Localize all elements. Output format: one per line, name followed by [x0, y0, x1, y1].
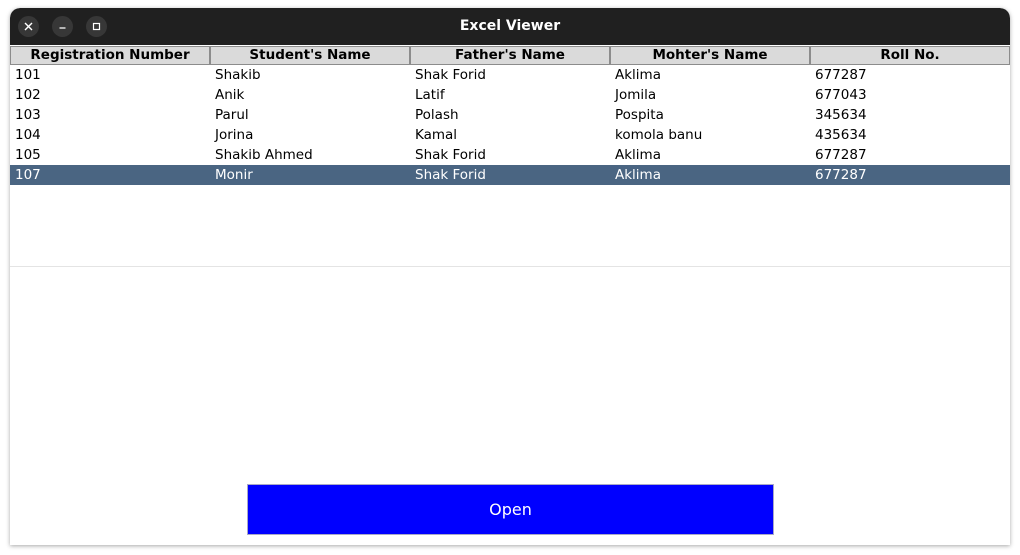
cell-roll-no[interactable]: 435634	[815, 125, 867, 145]
column-header-roll-no[interactable]: Roll No.	[810, 46, 1010, 65]
cell-registration-number[interactable]: 102	[15, 85, 41, 105]
cell-student-name[interactable]: Anik	[215, 85, 244, 105]
cell-mother-name[interactable]: Jomila	[615, 85, 656, 105]
cell-registration-number[interactable]: 103	[15, 105, 41, 125]
cell-father-name[interactable]: Shak Forid	[415, 165, 486, 185]
column-header-father-name[interactable]: Father's Name	[410, 46, 610, 65]
cell-student-name[interactable]: Monir	[215, 165, 253, 185]
table-header: Registration Number Student's Name Fathe…	[10, 46, 1010, 65]
cell-roll-no[interactable]: 677287	[815, 165, 867, 185]
cell-mother-name[interactable]: Pospita	[615, 105, 664, 125]
cell-father-name[interactable]: Shak Forid	[415, 145, 486, 165]
cell-registration-number[interactable]: 104	[15, 125, 41, 145]
cell-mother-name[interactable]: Aklima	[615, 65, 661, 85]
cell-roll-no[interactable]: 345634	[815, 105, 867, 125]
cell-registration-number[interactable]: 107	[15, 165, 41, 185]
table-row[interactable]: 102 Anik Latif Jomila 677043	[10, 85, 1010, 105]
table-row[interactable]: 105 Shakib Ahmed Shak Forid Aklima 67728…	[10, 145, 1010, 165]
cell-father-name[interactable]: Latif	[415, 85, 445, 105]
table-row[interactable]: 101 Shakib Shak Forid Aklima 677287	[10, 65, 1010, 85]
table-row[interactable]: 104 Jorina Kamal komola banu 435634	[10, 125, 1010, 145]
data-table[interactable]: Registration Number Student's Name Fathe…	[10, 45, 1010, 267]
title-bar[interactable]: Excel Viewer	[10, 8, 1010, 45]
cell-father-name[interactable]: Kamal	[415, 125, 457, 145]
cell-roll-no[interactable]: 677043	[815, 85, 867, 105]
cell-student-name[interactable]: Shakib	[215, 65, 261, 85]
cell-registration-number[interactable]: 105	[15, 145, 41, 165]
cell-father-name[interactable]: Shak Forid	[415, 65, 486, 85]
cell-registration-number[interactable]: 101	[15, 65, 41, 85]
cell-mother-name[interactable]: Aklima	[615, 145, 661, 165]
cell-roll-no[interactable]: 677287	[815, 65, 867, 85]
cell-student-name[interactable]: Shakib Ahmed	[215, 145, 313, 165]
window-title: Excel Viewer	[459, 18, 561, 34]
cell-roll-no[interactable]: 677287	[815, 145, 867, 165]
column-header-student-name[interactable]: Student's Name	[210, 46, 410, 65]
cell-father-name[interactable]: Polash	[415, 105, 459, 125]
column-header-mother-name[interactable]: Mohter's Name	[610, 46, 810, 65]
app-window: Excel Viewer Registration Number Student…	[10, 8, 1010, 545]
table-row-selected[interactable]: 107 Monir Shak Forid Aklima 677287	[10, 165, 1010, 185]
open-button[interactable]: Open	[247, 484, 774, 535]
cell-student-name[interactable]: Jorina	[215, 125, 253, 145]
column-header-registration-number[interactable]: Registration Number	[10, 46, 210, 65]
cell-mother-name[interactable]: komola banu	[615, 125, 702, 145]
cell-student-name[interactable]: Parul	[215, 105, 249, 125]
table-row[interactable]: 103 Parul Polash Pospita 345634	[10, 105, 1010, 125]
cell-mother-name[interactable]: Aklima	[615, 165, 661, 185]
